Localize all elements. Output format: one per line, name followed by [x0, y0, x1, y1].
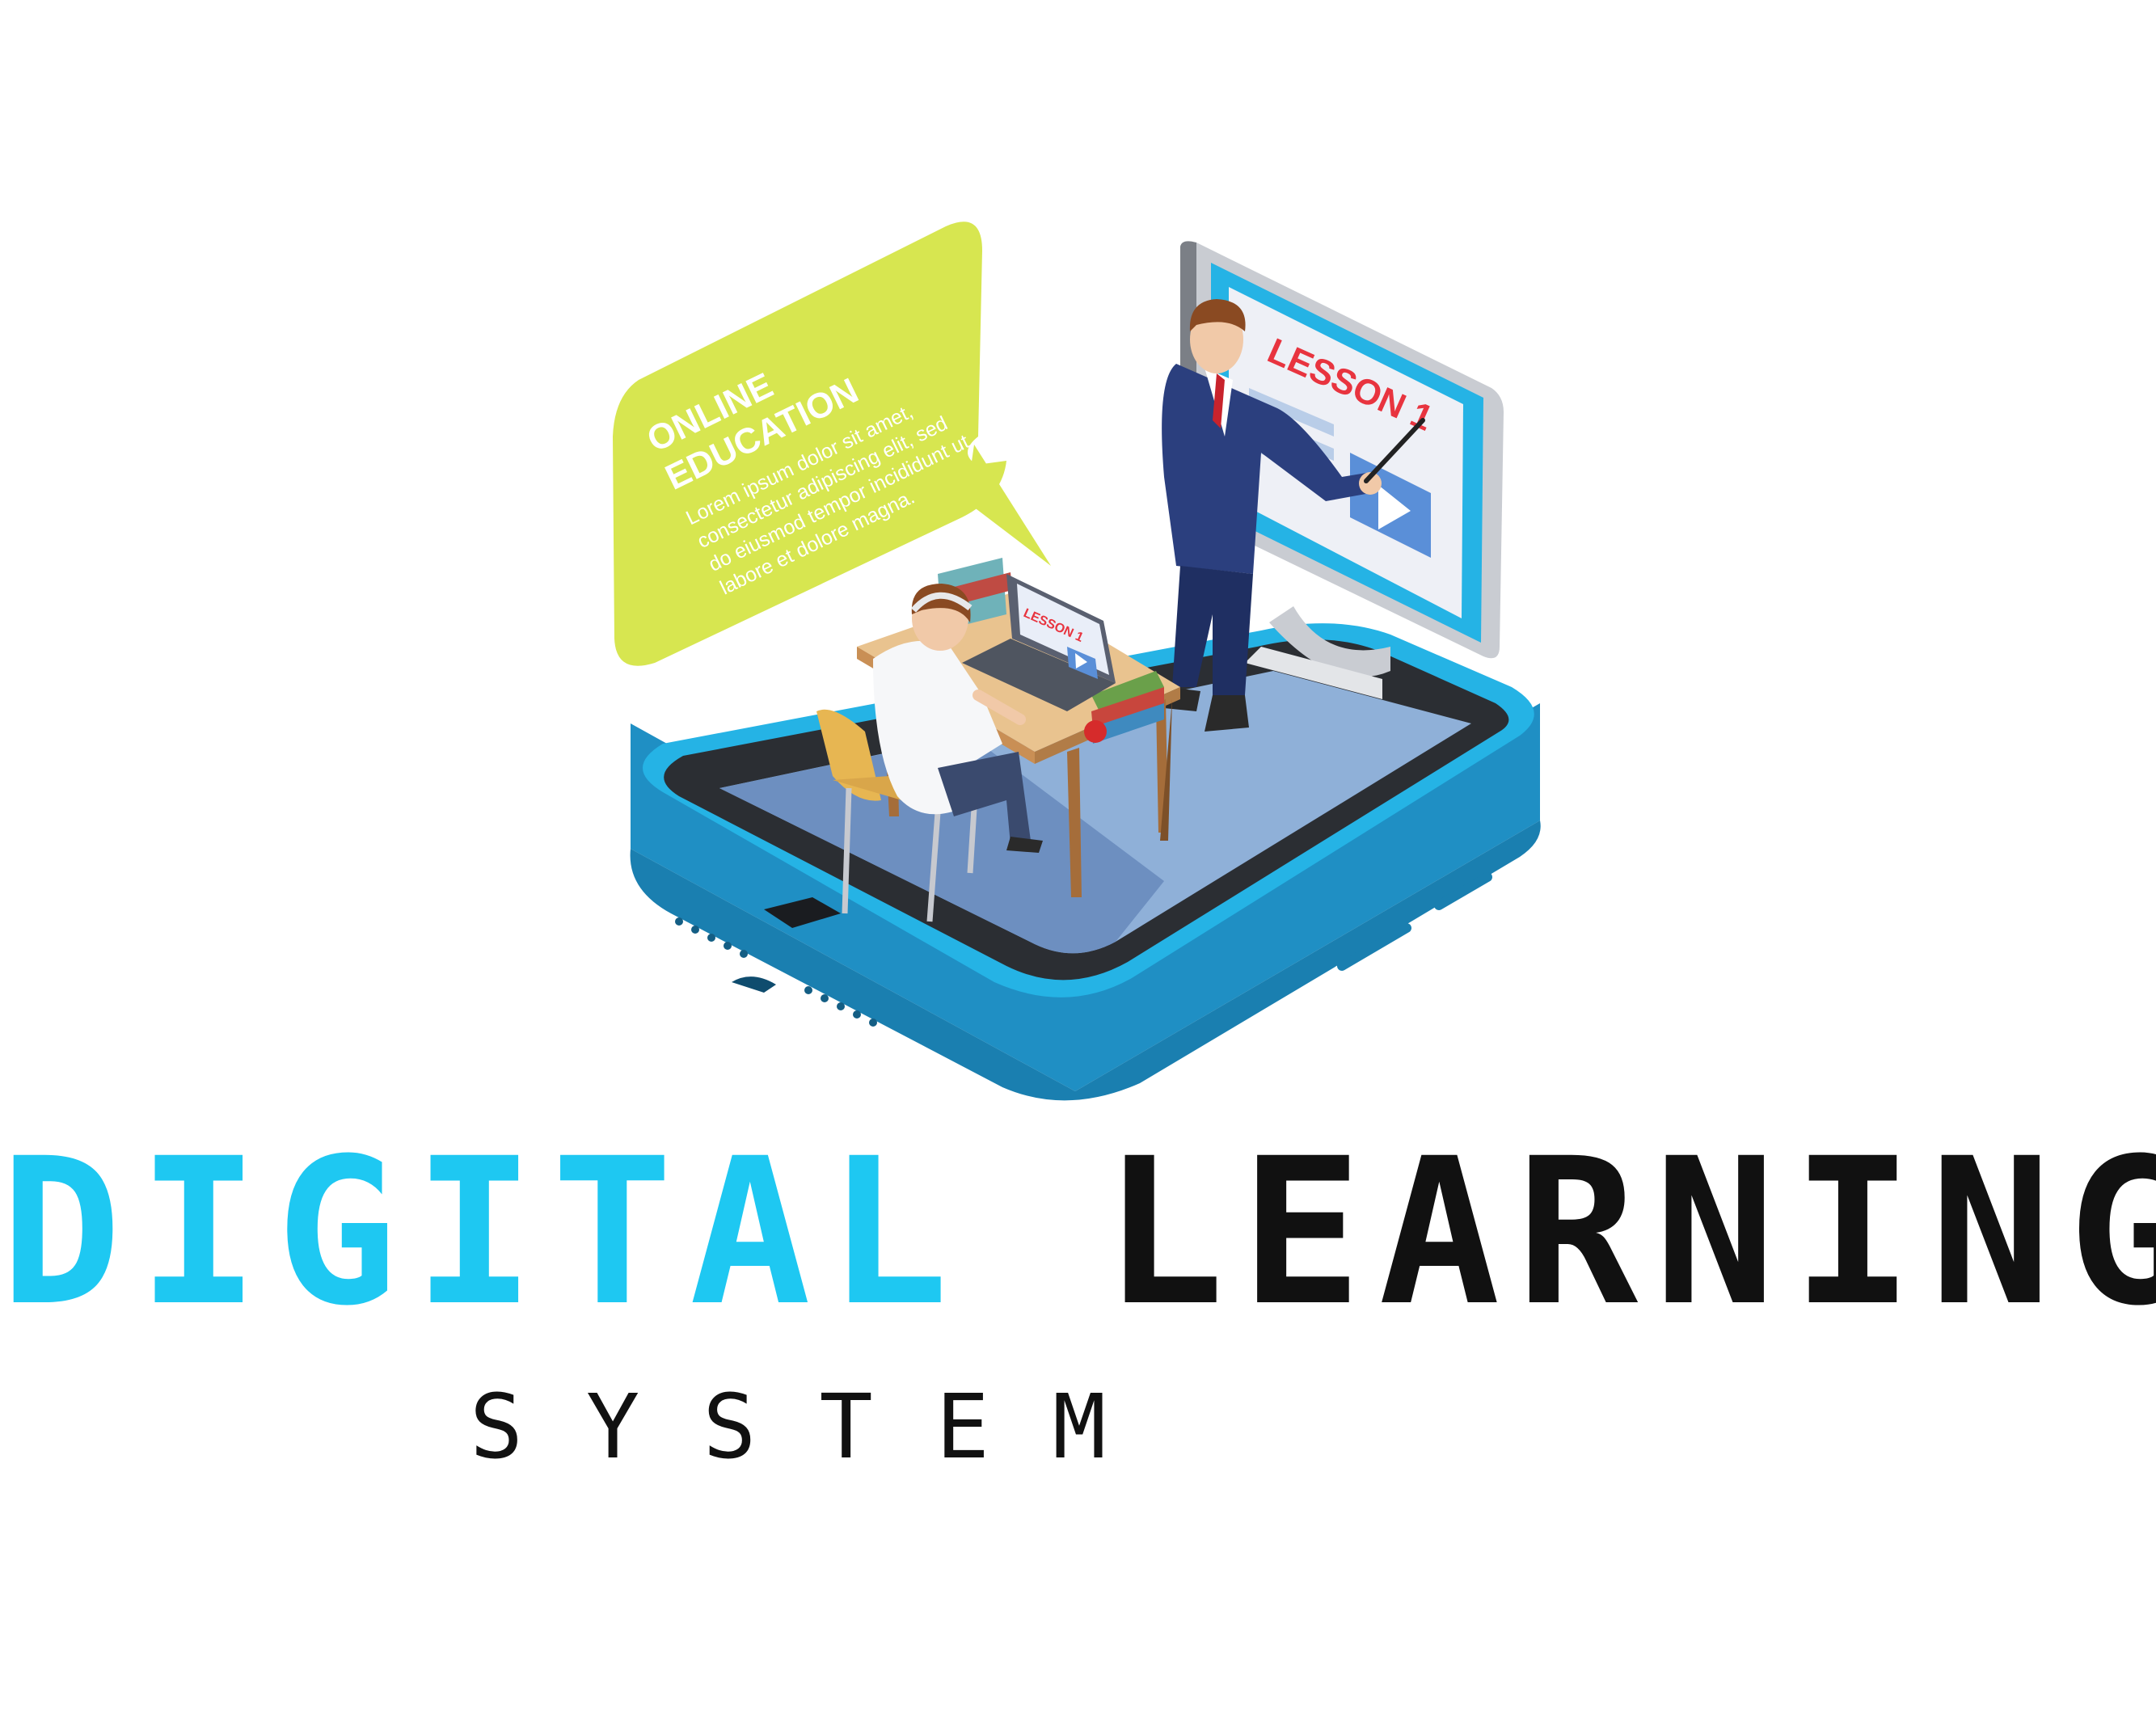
apple: [1084, 720, 1107, 743]
title-word-learning: LEARNING: [1103, 1115, 2156, 1350]
subtitle-system: SYSTEM: [469, 1375, 1170, 1478]
main-title: DIGITAL LEARNING: [0, 1128, 2156, 1338]
title-word-digital: DIGITAL: [0, 1115, 965, 1350]
charging-port: [732, 976, 776, 993]
